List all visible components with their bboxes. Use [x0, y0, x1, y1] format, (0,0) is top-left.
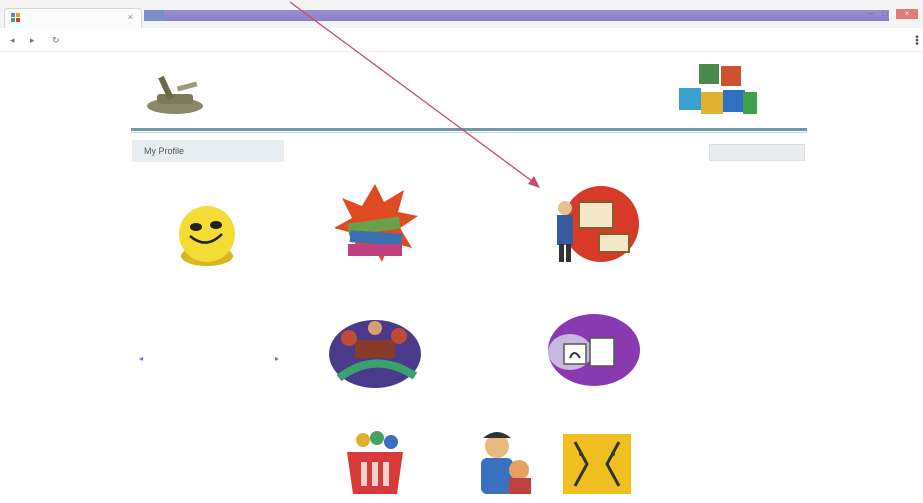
tile-faces[interactable] [557, 430, 637, 500]
forward-icon[interactable]: ▸ [30, 35, 35, 46]
logo-icon[interactable] [143, 70, 205, 118]
alphabet-blocks-icon [679, 64, 757, 114]
calendar-next-icon[interactable]: ▸ [275, 354, 279, 363]
tile-presentation[interactable] [531, 310, 651, 392]
setting-button[interactable] [709, 144, 805, 161]
browser-tab[interactable]: × [4, 8, 142, 28]
calendar-prev-icon[interactable]: ◂ [139, 354, 143, 363]
web-page: My Profile ◂ ▸ [131, 52, 807, 503]
site-favicon-icon [11, 13, 20, 22]
calendar-grid [139, 374, 279, 385]
site-header [131, 52, 807, 133]
books-icon [334, 184, 418, 262]
tile-teacher[interactable] [536, 184, 646, 274]
accent-bar [144, 10, 889, 21]
faces-icon [563, 434, 631, 494]
new-tab-button[interactable] [144, 10, 164, 21]
student-icon [481, 432, 531, 494]
minimize-icon[interactable]: – [866, 9, 876, 19]
calendar: ◂ ▸ [139, 334, 279, 444]
browser-titlebar: × – □ × [0, 0, 923, 28]
tab-close-icon[interactable]: × [128, 12, 133, 22]
close-window-icon[interactable]: × [896, 9, 918, 19]
browser-toolbar: ◂ ▸ ↻ [0, 28, 923, 52]
back-icon[interactable]: ◂ [10, 35, 15, 46]
tile-classroom[interactable] [319, 310, 431, 394]
header-rule-thin [131, 132, 807, 133]
teacher-board-icon [557, 186, 639, 262]
smiley-avatar-icon [179, 206, 235, 266]
menu-icon[interactable] [915, 35, 919, 45]
tile-books[interactable] [325, 182, 425, 270]
calendar-weekdays [139, 374, 279, 385]
maximize-icon[interactable]: □ [880, 9, 890, 19]
tile-student[interactable] [459, 428, 545, 500]
header-rule [131, 128, 807, 131]
classroom-icon [329, 320, 421, 388]
basket-icon [347, 431, 403, 494]
presentation-icon [548, 314, 640, 386]
reload-icon[interactable]: ↻ [52, 35, 60, 46]
tile-basket[interactable] [337, 428, 413, 500]
tab-my-profile[interactable]: My Profile [132, 140, 284, 162]
